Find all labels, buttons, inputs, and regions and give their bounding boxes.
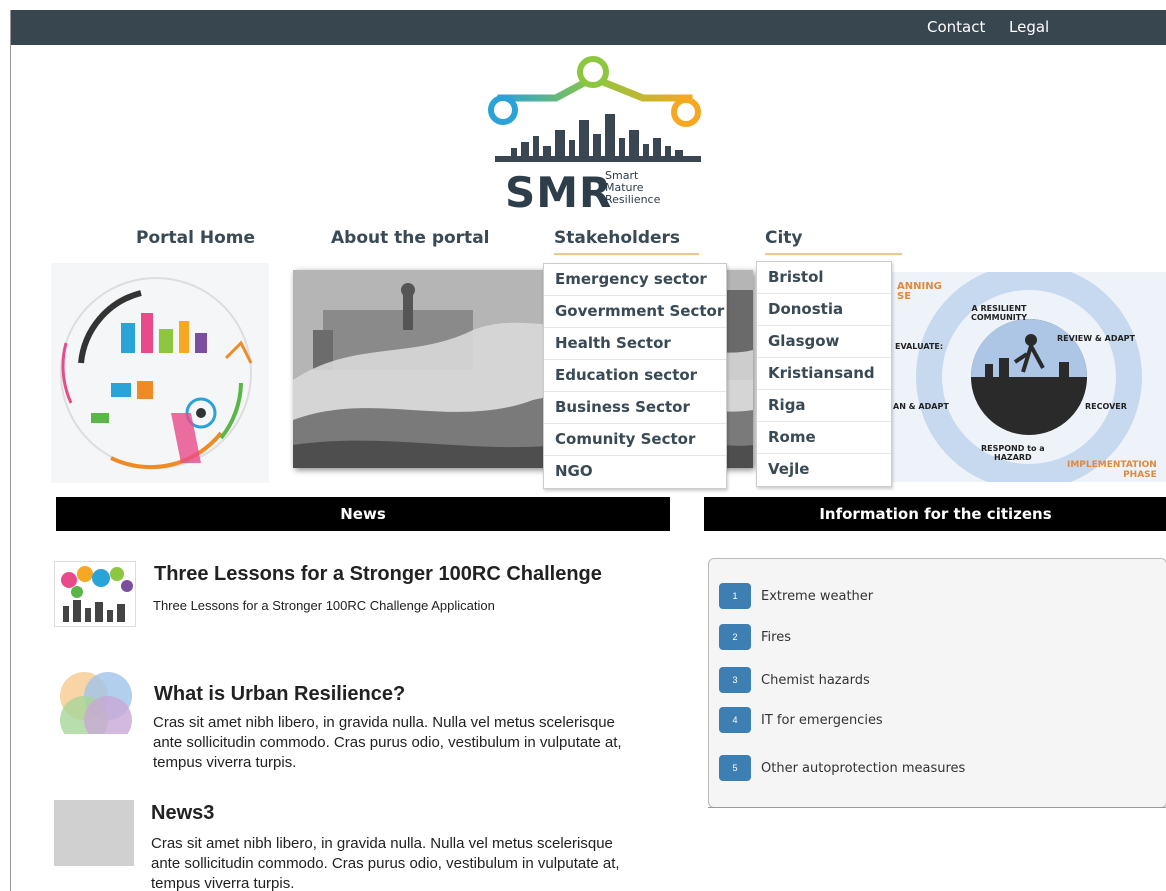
city-dropdown: Bristol Donostia Glasgow Kristiansand Ri… (756, 261, 892, 487)
logo-tagline-3: Resilience (605, 193, 661, 206)
news-item[interactable]: News3 Cras sit amet nibh libero, in grav… (54, 800, 674, 891)
news-title[interactable]: News3 (151, 802, 214, 825)
resilient-label: A RESILIENT COMMUNITY (971, 304, 1027, 322)
city-option[interactable]: Glasgow (757, 326, 891, 358)
citizen-info-panel: 1 Extreme weather 2 Fires 3 Chemist haza… (708, 558, 1166, 808)
news-heading: News (56, 497, 670, 531)
page: Contact Legal SMR Smart Mature Resilienc… (10, 10, 1166, 891)
stakeholder-option[interactable]: NGO (544, 456, 726, 488)
city-option[interactable]: Rome (757, 422, 891, 454)
respond-text: RESPOND to a (981, 444, 1045, 453)
nav-about-portal[interactable]: About the portal (331, 228, 490, 248)
nav-portal-home[interactable]: Portal Home (136, 228, 255, 248)
citizen-info-item[interactable]: 4 IT for emergencies (719, 707, 883, 733)
resilience-cycle-diagram: ANNING SE A RESILIENT COMMUNITY EVALUATE… (889, 264, 1166, 490)
logo-graphic (488, 56, 701, 162)
planning-phase-label: ANNING SE (897, 282, 942, 302)
citizen-info-label[interactable]: Other autoprotection measures (761, 761, 965, 776)
logo-wordmark: SMR (505, 168, 613, 217)
city-option[interactable]: Bristol (757, 262, 891, 294)
stakeholders-dropdown: Emergency sector Govermment Sector Healt… (543, 263, 727, 489)
hazard-text: HAZARD (994, 453, 1032, 462)
logo-tagline: Smart Mature Resilience (605, 170, 660, 206)
stakeholder-option[interactable]: Health Sector (544, 328, 726, 360)
divider (708, 807, 1166, 808)
citizen-info-label[interactable]: Fires (761, 630, 791, 645)
respond-label: RESPOND to a HAZARD (981, 444, 1045, 462)
news-summary: Cras sit amet nibh libero, in gravida nu… (153, 714, 622, 771)
stakeholder-option[interactable]: Comunity Sector (544, 424, 726, 456)
item-number-badge: 3 (719, 667, 751, 693)
top-bar: Contact Legal (11, 10, 1166, 45)
legal-link[interactable]: Legal (1009, 18, 1049, 36)
recover-label: RECOVER (1085, 402, 1127, 411)
citizen-info-label[interactable]: Extreme weather (761, 589, 873, 604)
implementation-label: IMPLEMENTATION PHASE (1067, 460, 1157, 480)
citizen-info-item[interactable]: 3 Chemist hazards (719, 667, 870, 693)
news-title[interactable]: Three Lessons for a Stronger 100RC Chall… (154, 563, 602, 586)
item-number-badge: 5 (719, 755, 751, 781)
news-item[interactable]: What is Urban Resilience? Cras sit amet … (54, 668, 674, 771)
citizen-info-label[interactable]: IT for emergencies (761, 713, 883, 728)
news-thumbnail-placeholder[interactable] (54, 800, 134, 866)
news-thumbnail[interactable] (54, 561, 136, 627)
nav-city[interactable]: City (765, 228, 902, 255)
news-title[interactable]: What is Urban Resilience? (154, 683, 405, 706)
citizen-info-label[interactable]: Chemist hazards (761, 673, 870, 688)
news-thumbnail[interactable] (54, 668, 136, 734)
smr-logo[interactable]: SMR Smart Mature Resilience (481, 50, 711, 220)
citizen-info-item[interactable]: 2 Fires (719, 624, 791, 650)
news-summary: Three Lessons for a Stronger 100RC Chall… (153, 598, 495, 613)
city-option[interactable]: Donostia (757, 294, 891, 326)
citizen-info-heading: Information for the citizens (704, 497, 1166, 531)
review-label: REVIEW & ADAPT (1057, 334, 1135, 343)
stakeholder-option[interactable]: Govermment Sector (544, 296, 726, 328)
stakeholder-option[interactable]: Business Sector (544, 392, 726, 424)
stakeholder-option[interactable]: Education sector (544, 360, 726, 392)
community-text: COMMUNITY (971, 313, 1028, 322)
news-summary: Cras sit amet nibh libero, in gravida nu… (151, 835, 620, 891)
resilience-illustration (51, 263, 269, 483)
news-thumbnail-graphic (55, 562, 135, 626)
evaluate-label: EVALUATE: (895, 342, 944, 351)
planning-sub-label: SE (897, 291, 912, 302)
city-option[interactable]: Riga (757, 390, 891, 422)
item-number-badge: 2 (719, 624, 751, 650)
item-number-badge: 1 (719, 583, 751, 609)
news-item[interactable]: Three Lessons for a Stronger 100RC Chall… (54, 561, 674, 631)
nav-stakeholders[interactable]: Stakeholders (554, 228, 699, 255)
implementation-text: IMPLEMENTATION (1067, 460, 1157, 470)
stakeholder-option[interactable]: Emergency sector (544, 264, 726, 296)
phase-text: PHASE (1123, 470, 1157, 480)
city-option[interactable]: Kristiansand (757, 358, 891, 390)
plan-label: AN & ADAPT (893, 402, 949, 411)
contact-link[interactable]: Contact (927, 18, 985, 36)
item-number-badge: 4 (719, 707, 751, 733)
citizen-info-item[interactable]: 5 Other autoprotection measures (719, 755, 965, 781)
illustration-graphic (60, 277, 253, 470)
city-option[interactable]: Vejle (757, 454, 891, 486)
venn-thumbnail-graphic (54, 668, 136, 734)
resilient-text: A RESILIENT (971, 304, 1027, 313)
citizen-info-item[interactable]: 1 Extreme weather (719, 583, 873, 609)
